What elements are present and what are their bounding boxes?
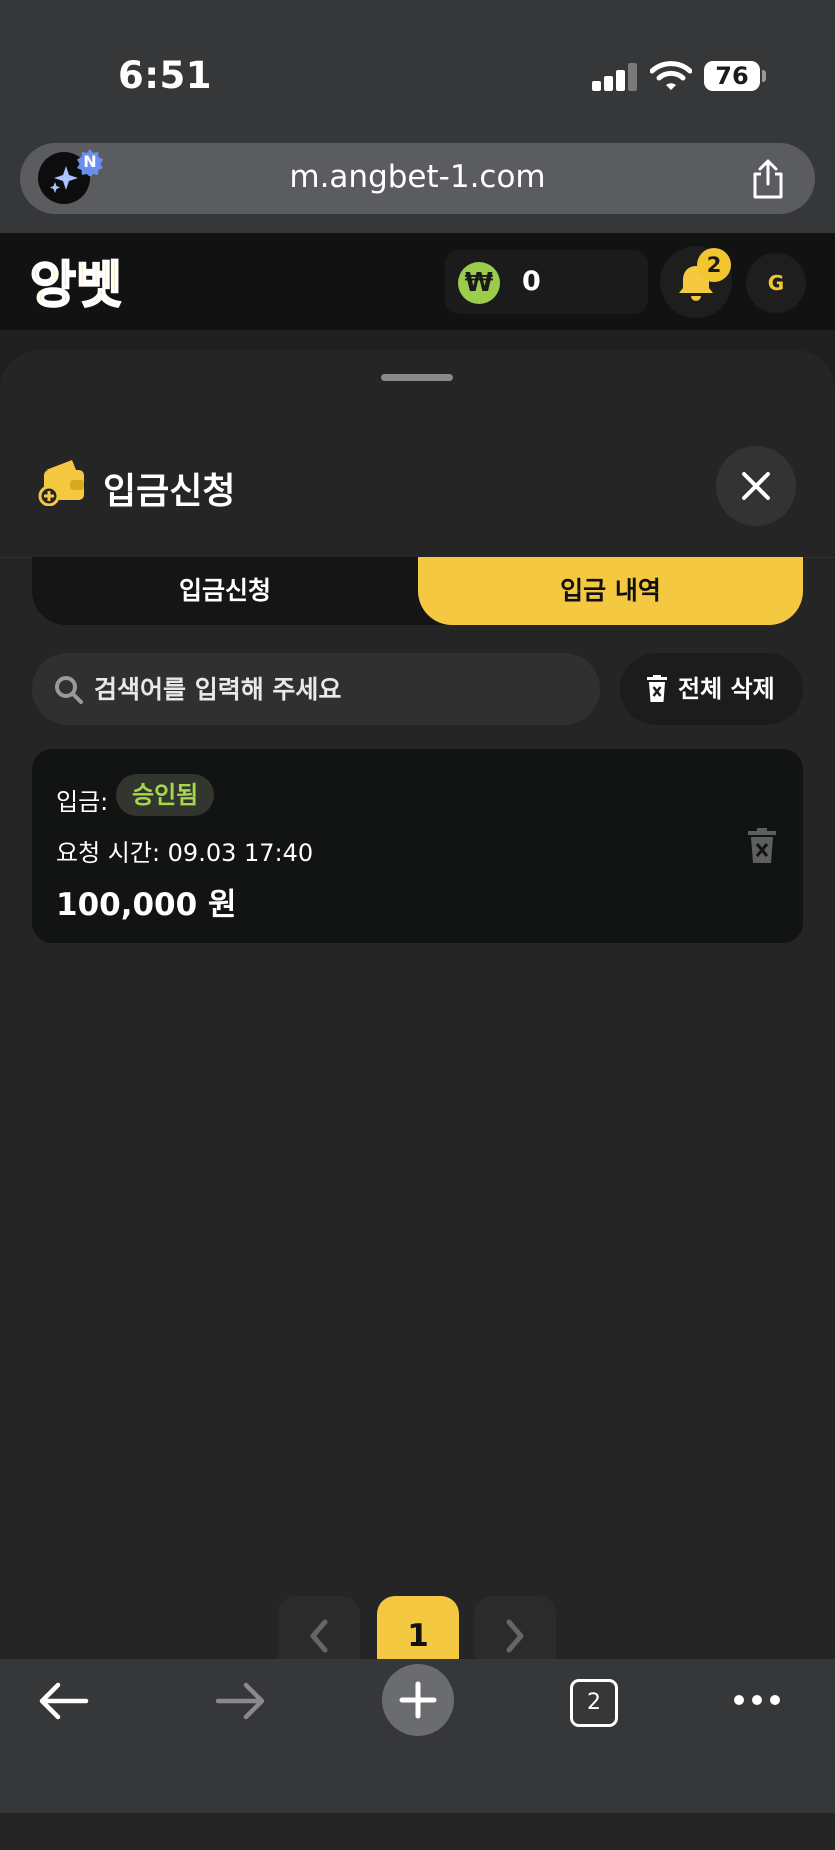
- sheet-drag-handle[interactable]: [381, 374, 453, 381]
- svg-text:앙벳: 앙벳: [30, 256, 122, 314]
- user-avatar[interactable]: G: [746, 253, 806, 313]
- delete-all-button[interactable]: 전체 삭제: [620, 653, 803, 725]
- clock: 6:51: [118, 54, 213, 97]
- record-amount: 100,000 원: [56, 887, 237, 923]
- brand-logo[interactable]: 앙벳: [29, 250, 150, 316]
- share-icon[interactable]: [750, 158, 786, 200]
- close-icon: [742, 472, 770, 500]
- tab-deposit-history[interactable]: 입금 내역: [418, 557, 803, 625]
- more-options-icon[interactable]: [732, 1690, 782, 1710]
- battery-cap: [762, 70, 766, 82]
- sheet-title: 입금신청: [103, 471, 236, 512]
- record-trash-icon[interactable]: [747, 828, 777, 864]
- search-box: [32, 653, 600, 725]
- new-tab-button[interactable]: [382, 1664, 454, 1736]
- won-currency-icon: ₩: [458, 262, 500, 304]
- wallet-add-icon: [38, 460, 84, 506]
- record-type-label: 입금:: [56, 788, 109, 816]
- cellular-signal-icon: [592, 63, 637, 91]
- wifi-icon: [650, 61, 692, 90]
- notification-count-badge: 2: [697, 248, 731, 282]
- tab-deposit-request[interactable]: 입금신청: [32, 557, 418, 625]
- url-text[interactable]: m.angbet-1.com: [0, 159, 835, 195]
- search-icon: [55, 676, 83, 704]
- plus-icon: [399, 1681, 437, 1719]
- forward-arrow-icon[interactable]: [214, 1680, 266, 1722]
- trash-icon: [647, 675, 667, 702]
- status-badge: 승인됨: [116, 774, 215, 816]
- record-request-time: 요청 시간: 09.03 17:40: [56, 839, 314, 867]
- tabs-overview-button[interactable]: 2: [570, 1679, 618, 1727]
- delete-all-label: 전체 삭제: [678, 675, 775, 703]
- battery-indicator: 76: [704, 61, 760, 91]
- balance-amount: 0: [522, 266, 541, 297]
- back-arrow-icon[interactable]: [38, 1680, 90, 1722]
- search-input[interactable]: [94, 653, 574, 725]
- close-button[interactable]: [716, 446, 796, 526]
